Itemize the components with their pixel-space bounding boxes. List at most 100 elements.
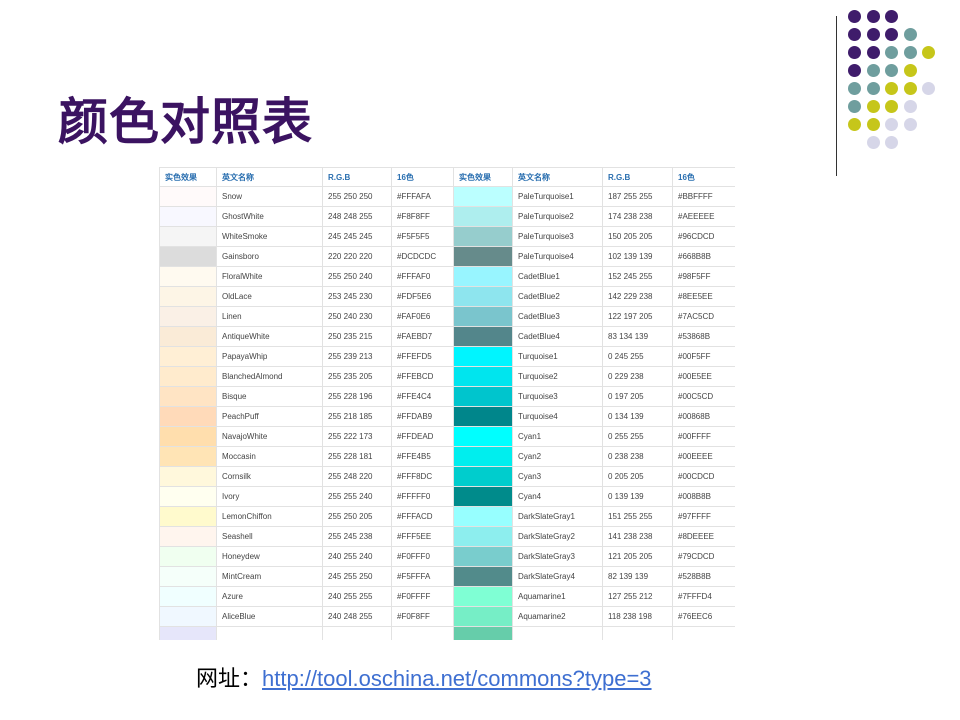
color-table-container[interactable]: 实色效果 英文名称 R.G.B 16色 实色效果 英文名称 R.G.B 16色 … bbox=[159, 167, 735, 640]
right-color-rgb: 150 205 205 bbox=[602, 226, 673, 247]
left-color-hex: #F0FFFF bbox=[391, 586, 454, 607]
right-color-rgb: 0 139 139 bbox=[602, 486, 673, 507]
right-color-swatch bbox=[453, 526, 513, 547]
decor-dot bbox=[848, 100, 861, 113]
decor-dot bbox=[866, 100, 880, 113]
right-color-rgb: 0 205 205 bbox=[602, 466, 673, 487]
right-color-rgb: 151 255 255 bbox=[602, 506, 673, 527]
right-color-swatch bbox=[453, 586, 513, 607]
left-color-hex: #FFDEAD bbox=[391, 426, 454, 447]
right-color-name bbox=[512, 626, 603, 640]
table-row: AliceBlue 240 248 255 #F0F8FF Aquamarine2 11… bbox=[159, 606, 735, 627]
decor-dot bbox=[922, 82, 935, 95]
right-color-swatch bbox=[453, 346, 513, 367]
right-color-name: DarkSlateGray1 bbox=[512, 506, 603, 527]
left-color-hex: #FFF5EE bbox=[391, 526, 454, 547]
left-color-rgb: 245 255 250 bbox=[322, 566, 392, 587]
left-color-name: Bisque bbox=[216, 386, 323, 407]
right-color-swatch bbox=[453, 546, 513, 567]
right-color-rgb: 0 238 238 bbox=[602, 446, 673, 467]
table-row: WhiteSmoke 245 245 245 #F5F5F5 PaleTurquois… bbox=[159, 226, 735, 247]
right-color-hex: #008B8B bbox=[672, 486, 735, 507]
right-color-hex: #668B8B bbox=[672, 246, 735, 267]
right-color-swatch bbox=[453, 606, 513, 627]
right-color-swatch bbox=[453, 206, 513, 227]
left-color-rgb: 255 245 238 bbox=[322, 526, 392, 547]
right-color-swatch bbox=[453, 266, 513, 287]
left-color-hex: #FFFAFA bbox=[391, 186, 454, 207]
table-row: Cornsilk 255 248 220 #FFF8DC Cyan3 0 205 205… bbox=[159, 466, 735, 487]
decor-dot bbox=[848, 46, 861, 59]
col-header: R.G.B bbox=[322, 167, 392, 187]
left-color-name: Azure bbox=[216, 586, 323, 607]
left-color-name: Seashell bbox=[216, 526, 323, 547]
right-color-hex: #8EE5EE bbox=[672, 286, 735, 307]
left-color-hex: #FFE4C4 bbox=[391, 386, 454, 407]
left-color-rgb: 255 235 205 bbox=[322, 366, 392, 387]
left-color-rgb: 250 235 215 bbox=[322, 326, 392, 347]
left-color-hex: #FFFAF0 bbox=[391, 266, 454, 287]
left-color-hex: #F5F5F5 bbox=[391, 226, 454, 247]
left-color-name: NavajoWhite bbox=[216, 426, 323, 447]
left-color-swatch bbox=[159, 346, 217, 367]
left-color-name: Linen bbox=[216, 306, 323, 327]
divider-line bbox=[836, 16, 837, 176]
decor-dot bbox=[885, 100, 898, 113]
left-color-hex: #DCDCDC bbox=[391, 246, 454, 267]
left-color-rgb: 253 245 230 bbox=[322, 286, 392, 307]
right-color-hex: #53868B bbox=[672, 326, 735, 347]
right-color-hex: #7FFFD4 bbox=[672, 586, 735, 607]
left-color-name: MintCream bbox=[216, 566, 323, 587]
decor-dot bbox=[866, 118, 880, 131]
col-header: 英文名称 bbox=[512, 167, 603, 187]
right-color-name: Turquoise4 bbox=[512, 406, 603, 427]
decor-dot bbox=[922, 46, 935, 59]
left-color-hex bbox=[391, 626, 454, 640]
right-color-hex: #98F5FF bbox=[672, 266, 735, 287]
right-color-hex: #BBFFFF bbox=[672, 186, 735, 207]
left-color-name: Gainsboro bbox=[216, 246, 323, 267]
table-row: GhostWhite 248 248 255 #F8F8FF PaleTurquois… bbox=[159, 206, 735, 227]
right-color-hex: #97FFFF bbox=[672, 506, 735, 527]
col-header: 16色 bbox=[672, 167, 735, 187]
right-color-name: Cyan1 bbox=[512, 426, 603, 447]
table-row: OldLace 253 245 230 #FDF5E6 CadetBlue2 142 2… bbox=[159, 286, 735, 307]
decor-dot bbox=[848, 118, 861, 131]
left-color-hex: #F0F8FF bbox=[391, 606, 454, 627]
right-color-name: PaleTurquoise1 bbox=[512, 186, 603, 207]
right-color-rgb: 187 255 255 bbox=[602, 186, 673, 207]
right-color-name: PaleTurquoise2 bbox=[512, 206, 603, 227]
table-row: Linen 250 240 230 #FAF0E6 CadetBlue3 122 197… bbox=[159, 306, 735, 327]
right-color-swatch bbox=[453, 506, 513, 527]
right-color-swatch bbox=[453, 306, 513, 327]
right-color-name: Aquamarine2 bbox=[512, 606, 603, 627]
right-color-swatch bbox=[453, 186, 513, 207]
table-row: Moccasin 255 228 181 #FFE4B5 Cyan2 0 238 238… bbox=[159, 446, 735, 467]
right-color-hex: #00FFFF bbox=[672, 426, 735, 447]
right-color-hex: #00E5EE bbox=[672, 366, 735, 387]
left-color-rgb: 255 248 220 bbox=[322, 466, 392, 487]
left-color-rgb: 255 250 250 bbox=[322, 186, 392, 207]
table-row: AntiqueWhite 250 235 215 #FAEBD7 CadetBlue4… bbox=[159, 326, 735, 347]
left-color-rgb: 255 228 181 bbox=[322, 446, 392, 467]
right-color-rgb: 0 245 255 bbox=[602, 346, 673, 367]
left-color-name: Snow bbox=[216, 186, 323, 207]
right-color-name: Turquoise2 bbox=[512, 366, 603, 387]
right-color-rgb: 142 229 238 bbox=[602, 286, 673, 307]
right-color-hex: #00868B bbox=[672, 406, 735, 427]
left-color-swatch bbox=[159, 266, 217, 287]
left-color-hex: #FFFACD bbox=[391, 506, 454, 527]
left-color-swatch bbox=[159, 226, 217, 247]
left-color-name: OldLace bbox=[216, 286, 323, 307]
left-color-swatch bbox=[159, 526, 217, 547]
right-color-name: DarkSlateGray3 bbox=[512, 546, 603, 567]
table-row bbox=[159, 626, 735, 640]
right-color-name: PaleTurquoise4 bbox=[512, 246, 603, 267]
decor-dot bbox=[885, 136, 898, 149]
url-link[interactable]: http://tool.oschina.net/commons?type=3 bbox=[262, 666, 652, 691]
right-color-swatch bbox=[453, 406, 513, 427]
right-color-swatch bbox=[453, 626, 513, 640]
table-row: Ivory 255 255 240 #FFFFF0 Cyan4 0 139 139 #00… bbox=[159, 486, 735, 507]
right-color-swatch bbox=[453, 566, 513, 587]
right-color-name: Cyan3 bbox=[512, 466, 603, 487]
